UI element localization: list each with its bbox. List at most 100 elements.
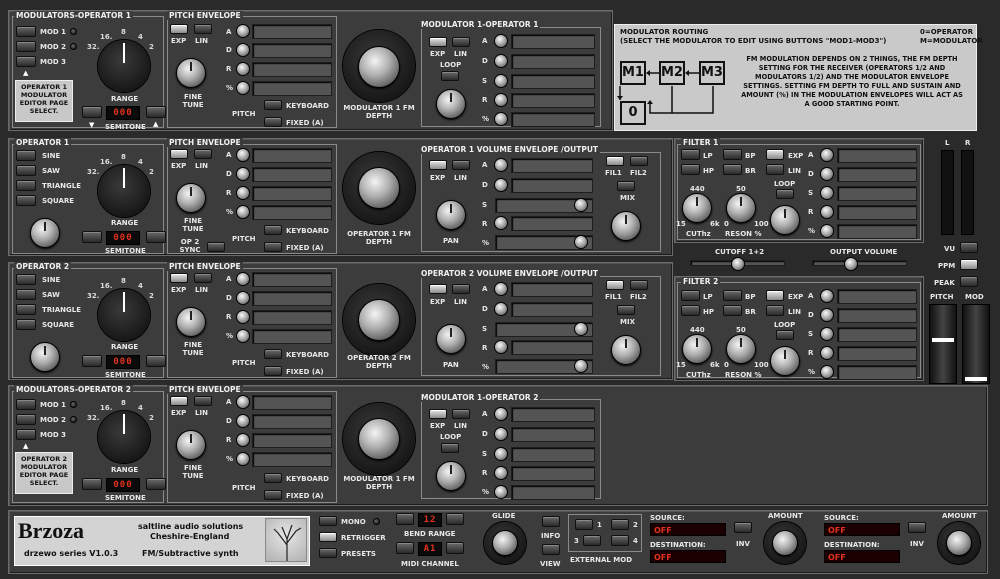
filter2-pct-slider[interactable]: [837, 365, 917, 380]
filter1-d-knob[interactable]: [820, 167, 834, 181]
op1-pitch-d-slider[interactable]: [252, 167, 332, 182]
mod2-modop-a-knob[interactable]: [494, 407, 508, 421]
semitone-up-button[interactable]: [146, 106, 166, 118]
filter2-cutoff-knob[interactable]: [682, 334, 712, 364]
mod2-fm-depth-inner[interactable]: [358, 418, 400, 460]
modop-a-slider[interactable]: [511, 34, 595, 49]
mod2-pitch-d-knob[interactable]: [236, 414, 250, 428]
modop-loop-button[interactable]: [441, 71, 459, 81]
filter1-bp-button[interactable]: [723, 149, 742, 160]
mod2-pitch-r-slider[interactable]: [252, 433, 332, 448]
view-button[interactable]: [542, 544, 560, 555]
mod2-modop-r-knob[interactable]: [494, 466, 508, 480]
op1-pan-knob[interactable]: [436, 200, 466, 230]
op2-saw-button[interactable]: [16, 289, 36, 300]
mod-wheel[interactable]: [962, 304, 990, 384]
op1-keyboard-button[interactable]: [264, 225, 282, 235]
filter1-s-knob[interactable]: [820, 186, 834, 200]
exp-button[interactable]: [170, 24, 188, 34]
op1-sync-button[interactable]: [207, 242, 225, 252]
op1-pitch-pct-slider[interactable]: [252, 205, 332, 220]
modop-a-knob[interactable]: [494, 34, 508, 48]
op1-fine-tune-knob[interactable]: [176, 183, 206, 213]
mod2-pitch-pct-knob[interactable]: [236, 452, 250, 466]
op2-fine-tune-knob[interactable]: [176, 307, 206, 337]
op1-lin-button[interactable]: [194, 149, 212, 159]
mod2-pitch-r-knob[interactable]: [236, 433, 250, 447]
filter1-br-button[interactable]: [723, 164, 742, 175]
fine-tune-knob[interactable]: [176, 58, 206, 88]
range-knob[interactable]: [98, 40, 150, 92]
modop-d-slider[interactable]: [511, 54, 595, 69]
mod2-semitone-down[interactable]: [82, 478, 102, 490]
pitch-release-knob[interactable]: [236, 62, 250, 76]
op2-vol-r-slider[interactable]: [511, 340, 593, 355]
op1-mix-button[interactable]: [617, 181, 635, 191]
mod1-button[interactable]: [16, 26, 36, 37]
filter2-r-knob[interactable]: [820, 346, 834, 360]
mod2-mod3-button[interactable]: [16, 429, 36, 440]
filter2-a-knob[interactable]: [820, 289, 834, 303]
mod2-mod1-button[interactable]: [16, 399, 36, 410]
filter1-a-slider[interactable]: [837, 148, 917, 163]
ext-mod-1-button[interactable]: [575, 519, 593, 530]
triangle-button[interactable]: [16, 180, 36, 191]
op2-vol-exp-button[interactable]: [429, 284, 447, 294]
semitone-down-button[interactable]: [82, 106, 102, 118]
filter1-pct-slider[interactable]: [837, 224, 917, 239]
mod2-modop-pct-knob[interactable]: [494, 485, 508, 499]
filter2-lin-button[interactable]: [766, 305, 784, 316]
amount1-knob[interactable]: [772, 530, 798, 556]
bend-up-button[interactable]: [446, 513, 464, 525]
vu-button[interactable]: [960, 242, 978, 253]
op2-fm-depth-inner[interactable]: [358, 299, 400, 341]
op1-vol-r-slider[interactable]: [511, 216, 593, 231]
pitch-attack-slider[interactable]: [252, 24, 332, 39]
filter2-reson-knob[interactable]: [726, 334, 756, 364]
retrigger-button[interactable]: [319, 532, 337, 542]
destination1-field[interactable]: OFF: [650, 550, 726, 563]
mod2-fixed-button[interactable]: [264, 490, 282, 500]
op1-pitch-r-slider[interactable]: [252, 186, 332, 201]
filter1-hp-button[interactable]: [681, 164, 700, 175]
op2-square-button[interactable]: [16, 319, 36, 330]
op2-vol-a-slider[interactable]: [511, 282, 593, 297]
ext-mod-4-button[interactable]: [611, 535, 629, 546]
op1-semitone-up[interactable]: [146, 231, 166, 243]
op2-pitch-a-knob[interactable]: [236, 272, 250, 286]
glide-knob[interactable]: [492, 530, 518, 556]
op1-pitch-a-knob[interactable]: [236, 148, 250, 162]
op1-vol-d-knob[interactable]: [494, 178, 508, 192]
filter2-r-slider[interactable]: [837, 346, 917, 361]
modop-r-knob[interactable]: [494, 93, 508, 107]
op2-range-knob[interactable]: [98, 289, 150, 341]
op2-mix-knob[interactable]: [611, 335, 641, 365]
filter2-s-knob[interactable]: [820, 327, 834, 341]
mod2-modop-loop-button[interactable]: [441, 443, 459, 453]
filter2-s-slider[interactable]: [837, 327, 917, 342]
bend-down-button[interactable]: [396, 513, 414, 525]
filter2-exp-button[interactable]: [766, 290, 784, 301]
op2-exp-button[interactable]: [170, 273, 188, 283]
op2-lin-button[interactable]: [194, 273, 212, 283]
op1-vol-exp-button[interactable]: [429, 160, 447, 170]
modop-s-knob[interactable]: [494, 74, 508, 88]
pitch-wheel[interactable]: [929, 304, 957, 384]
midi-down-button[interactable]: [396, 542, 414, 554]
op1-fil1-button[interactable]: [606, 156, 624, 166]
mod2-modop-d-knob[interactable]: [494, 427, 508, 441]
modop-pct-slider[interactable]: [511, 112, 595, 127]
op2-semitone-up[interactable]: [146, 355, 166, 367]
modop-lin-button[interactable]: [452, 37, 470, 47]
op2-pan-knob[interactable]: [436, 324, 466, 354]
op2-vol-a-knob[interactable]: [494, 282, 508, 296]
filter2-pct-knob[interactable]: [820, 365, 834, 379]
op2-vol-s-knob[interactable]: [574, 322, 588, 336]
op2-fil1-button[interactable]: [606, 280, 624, 290]
mod3-button[interactable]: [16, 56, 36, 67]
filter2-lp-button[interactable]: [681, 290, 700, 301]
op2-semitone-down[interactable]: [82, 355, 102, 367]
filter1-a-knob[interactable]: [820, 148, 834, 162]
op2-vol-pct-knob[interactable]: [574, 359, 588, 373]
mod2-keyboard-button[interactable]: [264, 473, 282, 483]
